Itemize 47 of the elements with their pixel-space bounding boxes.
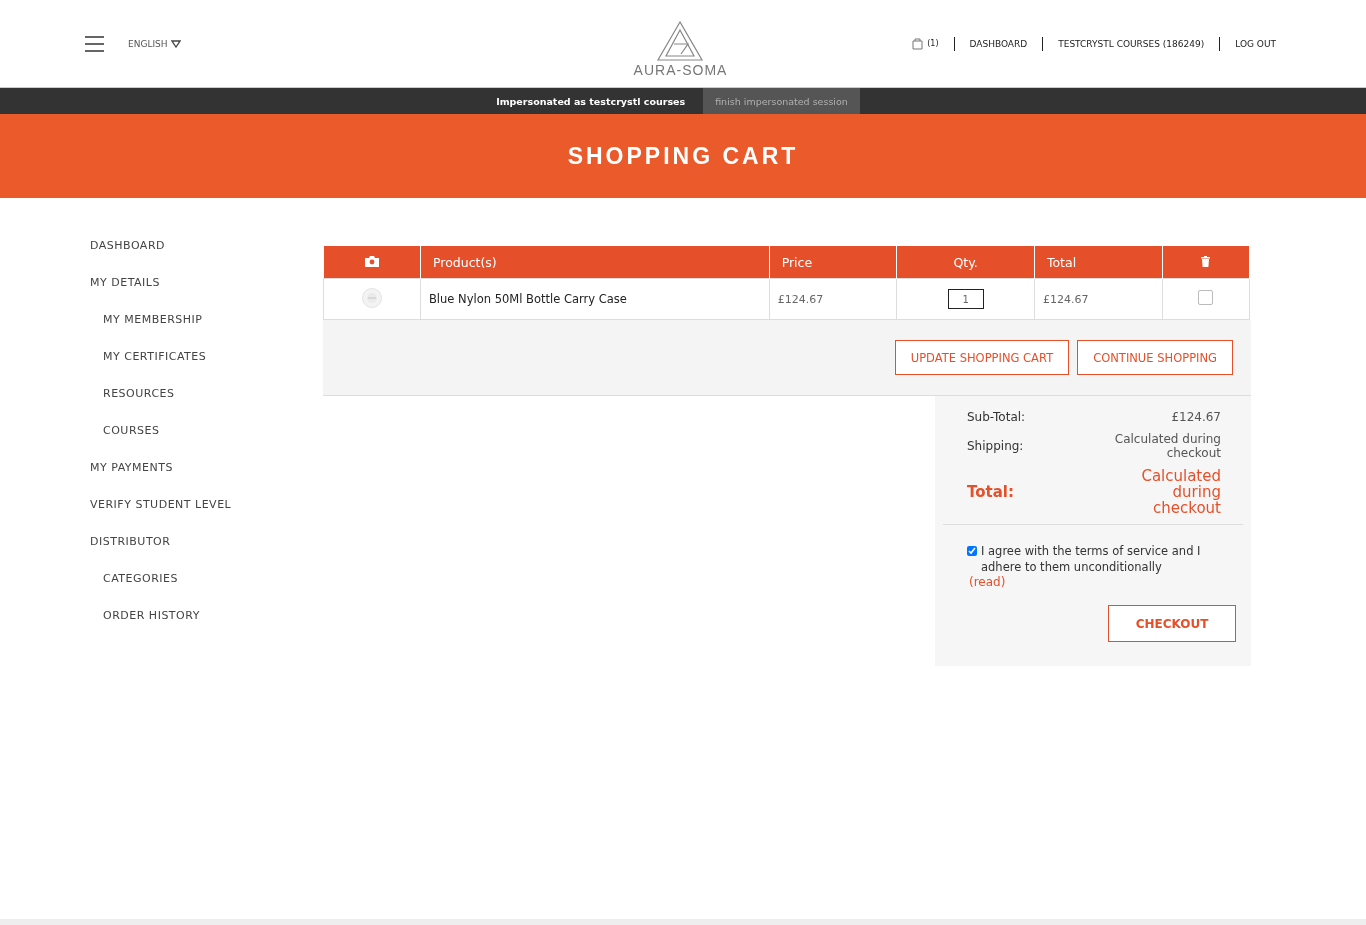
subtotal-value: £124.67 [1170,410,1221,424]
sidebar-item[interactable]: COURSES [90,423,323,460]
quantity-field[interactable]: 1 [947,289,984,309]
sidebar-item[interactable]: DASHBOARD [90,238,323,275]
read-terms-link[interactable]: (read) [935,575,1006,589]
subtotal-label: Sub-Total: [967,410,1026,424]
checkout-button[interactable]: CHECKOUT [1108,605,1236,642]
cart-action-button[interactable]: CONTINUE SHOPPING [1077,340,1233,375]
sidebar-item[interactable]: DISTRIBUTOR [90,534,323,571]
total-label: Total: [967,483,1014,501]
language-selector[interactable]: ENGLISH [128,38,181,49]
sidebar-item[interactable]: VERIFY STUDENT LEVEL [90,497,323,534]
table-cell: £124.67 [769,278,897,320]
logo-text: AURA-SOMA [633,61,728,78]
table-header: Price [769,246,897,279]
impersonation-message: Impersonated as testcrystl courses [496,95,686,107]
nav-link[interactable]: DASHBOARD [969,38,1028,49]
remove-checkbox[interactable] [1198,290,1214,305]
sidebar-item[interactable]: MY CERTIFICATES [90,349,323,386]
logo-icon[interactable] [656,19,705,62]
terms-checkbox[interactable] [967,546,977,556]
shipping-value: Calculated during checkout [1113,432,1221,460]
table-header: Total [1034,246,1163,279]
shipping-label: Shipping: [967,439,1024,453]
table-cell: £124.67 [1034,278,1163,320]
page-title: SHOPPING CART [567,142,799,170]
table-header: Product(s) [420,246,770,279]
table-cell: Blue Nylon 50Ml Bottle Carry Case [420,278,770,320]
nav-link[interactable]: LOG OUT [1235,38,1276,49]
cart-action-button[interactable]: UPDATE SHOPPING CART [894,340,1070,375]
sidebar-item[interactable]: MY DETAILS [90,275,323,312]
sidebar-item[interactable]: CATEGORIES [90,571,323,608]
total-value: Calculated during checkout [1140,468,1221,516]
sidebar-item[interactable]: MY MEMBERSHIP [90,312,323,349]
table-header: Qty. [896,246,1035,279]
shopping-bag-icon [912,37,924,50]
finish-session-button[interactable]: finish impersonated session [703,88,860,114]
sidebar-item[interactable]: MY PAYMENTS [90,460,323,497]
caret-icon [170,39,181,48]
nav-link[interactable]: TESTCRYSTL COURSES (186249) [1058,38,1205,49]
sidebar-item[interactable]: ORDER HISTORY [90,608,323,645]
cart-link[interactable]: (1) [912,37,939,50]
trash-icon [1201,255,1211,267]
menu-icon[interactable] [85,35,104,52]
sidebar-item[interactable]: RESOURCES [90,386,323,423]
terms-text: I agree with the terms of service and I adhere to them unconditionally [981,543,1202,575]
camera-icon [364,255,379,267]
